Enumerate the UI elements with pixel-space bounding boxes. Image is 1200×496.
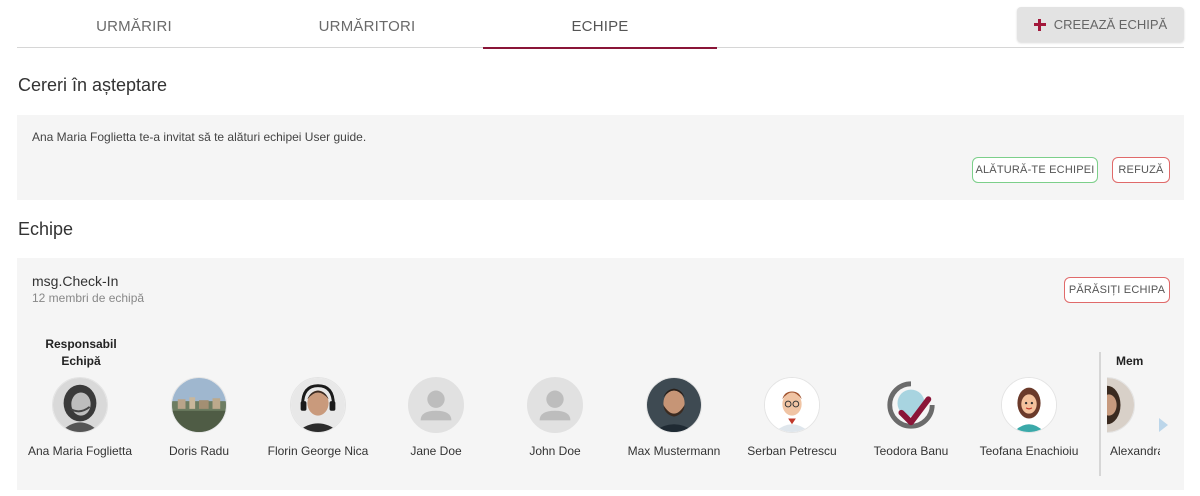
member-name: Jane Doe <box>410 444 462 458</box>
member-card[interactable]: Serban Petrescu <box>733 377 851 460</box>
scroll-right-icon[interactable] <box>1159 418 1168 432</box>
member-card[interactable]: Alexandra <box>1107 377 1160 460</box>
cartoon-woman-icon <box>1002 378 1056 432</box>
default-user-icon <box>528 378 582 432</box>
avatar <box>171 377 227 433</box>
refuse-button[interactable]: REFUZĂ <box>1112 157 1170 183</box>
pending-request-card: Ana Maria Foglietta te-a invitat să te a… <box>17 115 1184 200</box>
member-card[interactable]: Teodora Banu <box>852 377 970 460</box>
pending-request-message: Ana Maria Foglietta te-a invitat să te a… <box>32 130 367 144</box>
avatar <box>646 377 702 433</box>
team-leader-label: Responsabil Echipă <box>45 337 117 368</box>
member-name: John Doe <box>529 444 581 458</box>
plus-icon <box>1033 18 1046 31</box>
avatar <box>290 377 346 433</box>
team-card: msg.Check-In 12 membri de echipă PĂRĂSIȚ… <box>17 258 1184 490</box>
member-card[interactable]: Max Mustermann <box>615 377 733 460</box>
avatar <box>52 377 108 433</box>
join-team-button[interactable]: ALĂTURĂ-TE ECHIPEI <box>972 157 1098 183</box>
member-card[interactable]: Ana Maria Foglietta <box>21 377 139 460</box>
member-name: Doris Radu <box>168 444 230 458</box>
cartoon-man-icon <box>765 378 819 432</box>
photo-woman-icon <box>53 378 107 432</box>
member-name: Florin George Nica <box>267 444 369 458</box>
avatar <box>408 377 464 433</box>
photo-headset-man-icon <box>291 378 345 432</box>
member-card[interactable]: Jane Doe <box>377 377 495 460</box>
member-name: Alexandra <box>1110 444 1160 458</box>
member-card[interactable]: John Doe <box>496 377 614 460</box>
member-name: Max Mustermann <box>627 444 721 458</box>
avatar <box>1001 377 1057 433</box>
member-name: Teofana Enachioiu <box>979 444 1079 458</box>
photo-woman-dark-icon <box>1107 378 1134 432</box>
member-card[interactable]: Doris Radu <box>140 377 258 460</box>
avatar <box>527 377 583 433</box>
checkmark-logo-icon <box>884 378 938 432</box>
photo-city-icon <box>172 378 226 432</box>
section-divider <box>1099 352 1101 476</box>
member-name: Teodora Banu <box>873 444 949 458</box>
create-team-button[interactable]: CREEAZĂ ECHIPĂ <box>1017 7 1184 42</box>
tab-urmaritori[interactable]: URMĂRITORI <box>251 0 483 48</box>
avatar <box>1107 377 1135 433</box>
team-name[interactable]: msg.Check-In <box>32 273 118 289</box>
tab-urmariri[interactable]: URMĂRIRI <box>17 0 251 48</box>
teams-title: Echipe <box>18 219 74 239</box>
tab-echipe[interactable]: ECHIPE <box>483 0 717 49</box>
tab-bar: URMĂRIRI URMĂRITORI ECHIPE <box>17 0 1184 49</box>
default-user-icon <box>409 378 463 432</box>
team-member-count: 12 membri de echipă <box>32 291 145 305</box>
member-name: Ana Maria Foglietta <box>27 444 133 458</box>
member-card[interactable]: Florin George Nica <box>259 377 377 460</box>
member-card[interactable]: Teofana Enachioiu <box>970 377 1088 460</box>
leave-team-button[interactable]: PĂRĂSIȚI ECHIPA <box>1064 277 1170 303</box>
avatar <box>764 377 820 433</box>
member-name: Serban Petrescu <box>747 444 837 458</box>
pending-requests-title: Cereri în așteptare <box>18 75 168 95</box>
members-label: Membri <box>1116 354 1144 368</box>
avatar <box>883 377 939 433</box>
photo-bearded-man-icon <box>647 378 701 432</box>
create-team-label: CREEAZĂ ECHIPĂ <box>1053 17 1168 32</box>
